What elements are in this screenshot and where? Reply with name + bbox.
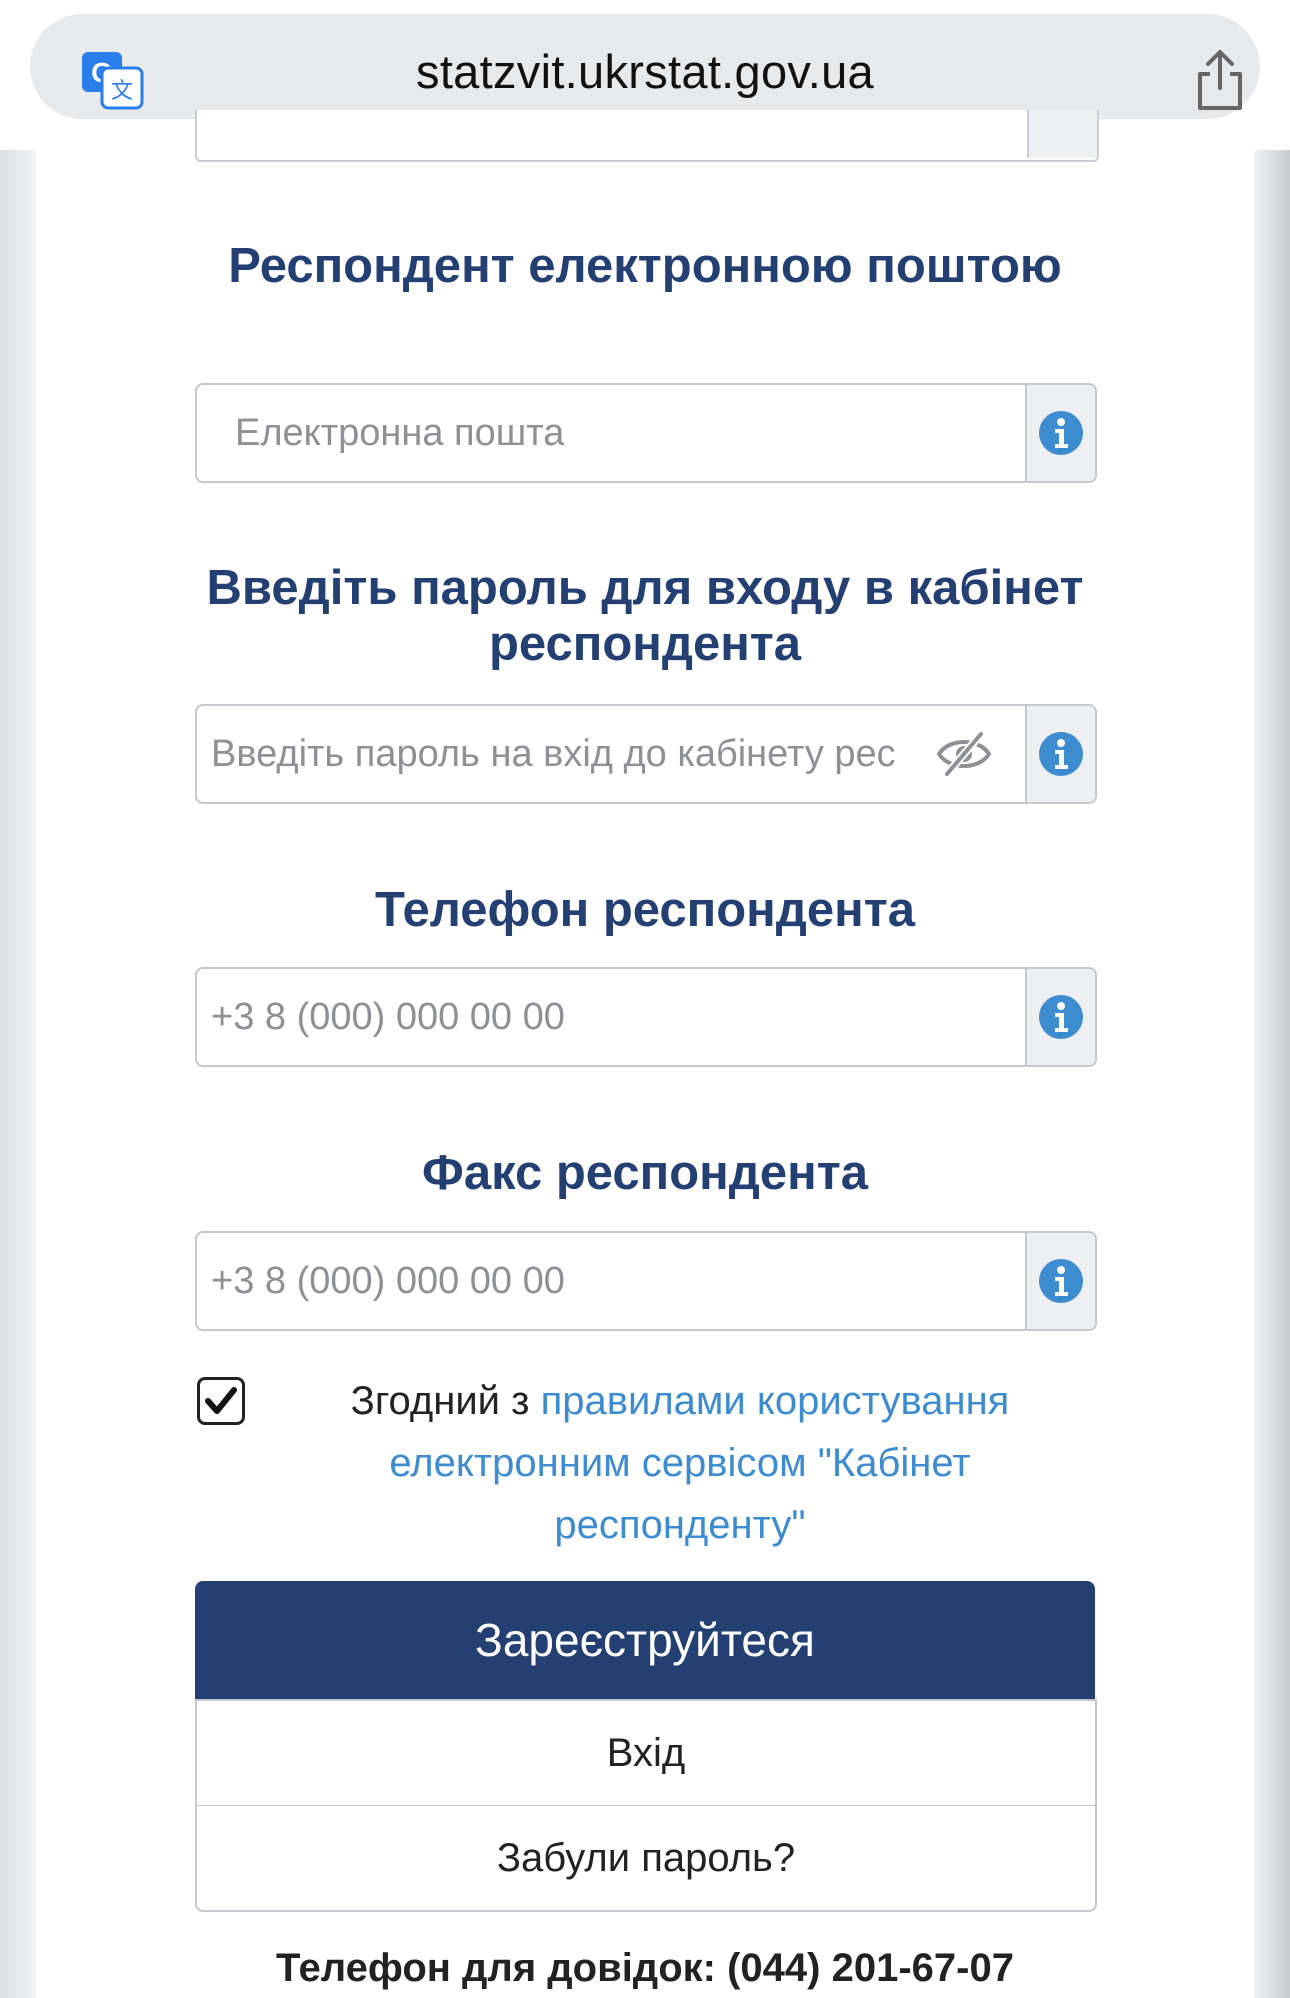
password-field[interactable]: Введіть пароль на вхід до кабінету рес bbox=[195, 704, 1097, 804]
fax-section-title: Факс респондента bbox=[422, 1146, 868, 1200]
info-icon[interactable] bbox=[1038, 1258, 1084, 1304]
email-field[interactable]: Електронна пошта bbox=[195, 383, 1097, 483]
password-info-addon[interactable] bbox=[1025, 706, 1095, 802]
page-edge-right[interactable] bbox=[1254, 150, 1290, 1998]
password-placeholder[interactable]: Введіть пароль на вхід до кабінету рес bbox=[211, 706, 911, 802]
eye-slash-icon[interactable] bbox=[935, 730, 993, 778]
phone-info-addon[interactable] bbox=[1025, 969, 1095, 1065]
phone-placeholder[interactable]: +3 8 (000) 000 00 00 bbox=[211, 969, 565, 1065]
forgot-password-button[interactable]: Забули пароль? bbox=[195, 1806, 1097, 1912]
agreement-prefix: Згодний з bbox=[350, 1379, 530, 1423]
login-button[interactable]: Вхід bbox=[195, 1699, 1097, 1807]
fax-placeholder[interactable]: +3 8 (000) 000 00 00 bbox=[211, 1233, 565, 1329]
agreement-checkbox[interactable] bbox=[197, 1377, 245, 1425]
email-placeholder[interactable]: Електронна пошта bbox=[235, 385, 564, 481]
fax-info-addon[interactable] bbox=[1025, 1233, 1095, 1329]
address-bar[interactable]: G 文 statzvit.ukrstat.gov.ua bbox=[30, 14, 1260, 119]
share-icon[interactable] bbox=[1194, 48, 1246, 112]
url-text[interactable]: statzvit.ukrstat.gov.ua bbox=[30, 44, 1260, 99]
previous-field-addon bbox=[1027, 110, 1097, 158]
previous-field[interactable] bbox=[195, 110, 1099, 162]
agreement-text: Згодний з правилами користування електро… bbox=[300, 1370, 1060, 1556]
phone-field[interactable]: +3 8 (000) 000 00 00 bbox=[195, 967, 1097, 1067]
checkmark-icon bbox=[205, 1387, 237, 1414]
email-info-addon[interactable] bbox=[1025, 385, 1095, 481]
email-section-title: Респондент електронною поштою bbox=[228, 239, 1062, 293]
password-section-title: Введіть пароль для входу в кабінет респо… bbox=[206, 561, 1084, 671]
page-edge-left bbox=[0, 150, 36, 1998]
register-button[interactable]: Зареєструйтеся bbox=[195, 1581, 1095, 1699]
info-icon[interactable] bbox=[1038, 410, 1084, 456]
fax-field[interactable]: +3 8 (000) 000 00 00 bbox=[195, 1231, 1097, 1331]
phone-section-title: Телефон респондента bbox=[375, 883, 915, 937]
support-phone: Телефон для довідок: (044) 201-67-07 bbox=[276, 1946, 1014, 1990]
info-icon[interactable] bbox=[1038, 731, 1084, 777]
info-icon[interactable] bbox=[1038, 994, 1084, 1040]
